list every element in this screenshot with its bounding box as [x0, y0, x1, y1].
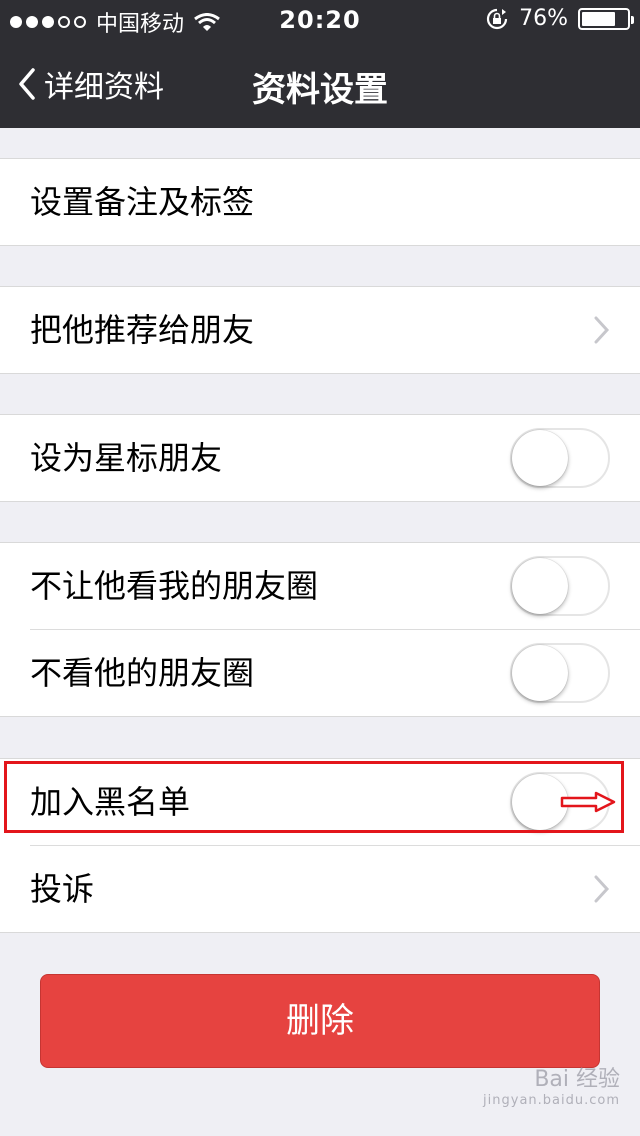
row-label: 不看他的朋友圈 [30, 654, 255, 692]
battery-icon [578, 7, 634, 30]
row-label: 设置备注及标签 [30, 183, 255, 221]
red-arrow-right-icon [560, 791, 616, 813]
row-add-to-blacklist: 加入黑名单 [0, 759, 640, 845]
watermark: Bai 经验 jingyan.baidu.com [483, 1061, 620, 1108]
row-star-friend: 设为星标朋友 [0, 415, 640, 501]
chevron-right-icon [594, 316, 610, 344]
toggle-knob [512, 558, 568, 614]
row-label: 投诉 [30, 870, 95, 908]
row-label: 不让他看我的朋友圈 [30, 567, 319, 605]
dont-see-moments-toggle[interactable] [510, 643, 610, 703]
settings-group-blacklist: 加入黑名单 投诉 [0, 758, 640, 933]
toggle-knob [512, 645, 568, 701]
row-set-remark-and-tags[interactable]: 设置备注及标签 [0, 159, 640, 245]
battery-percent: 76% [519, 6, 568, 31]
row-dont-see-his-moments: 不看他的朋友圈 [30, 629, 640, 716]
row-hide-my-moments: 不让他看我的朋友圈 [0, 543, 640, 629]
navigation-bar: 详细资料 资料设置 [0, 40, 640, 128]
delete-button[interactable]: 删除 [40, 974, 600, 1068]
watermark-brand: Bai 经验 [534, 1067, 620, 1092]
rotation-lock-icon [485, 8, 509, 30]
settings-group-star: 设为星标朋友 [0, 414, 640, 502]
row-label: 加入黑名单 [30, 783, 191, 821]
hide-my-moments-toggle[interactable] [510, 556, 610, 616]
chevron-right-icon [594, 875, 610, 903]
row-label: 设为星标朋友 [30, 439, 223, 477]
status-bar: 中国移动 20:20 76% [0, 0, 640, 40]
toggle-knob [512, 430, 568, 486]
row-recommend-to-friend[interactable]: 把他推荐给朋友 [0, 287, 640, 373]
page-title: 资料设置 [252, 70, 388, 110]
row-label: 把他推荐给朋友 [30, 311, 255, 349]
watermark-url: jingyan.baidu.com [483, 1093, 620, 1108]
settings-group-remark: 设置备注及标签 [0, 158, 640, 246]
top-bar: 中国移动 20:20 76% 详细资料 资料设置 [0, 0, 640, 128]
settings-group-recommend: 把他推荐给朋友 [0, 286, 640, 374]
settings-group-moments: 不让他看我的朋友圈 不看他的朋友圈 [0, 542, 640, 717]
row-complain[interactable]: 投诉 [30, 845, 640, 932]
star-friend-toggle[interactable] [510, 428, 610, 488]
battery-level-fill [582, 11, 616, 26]
